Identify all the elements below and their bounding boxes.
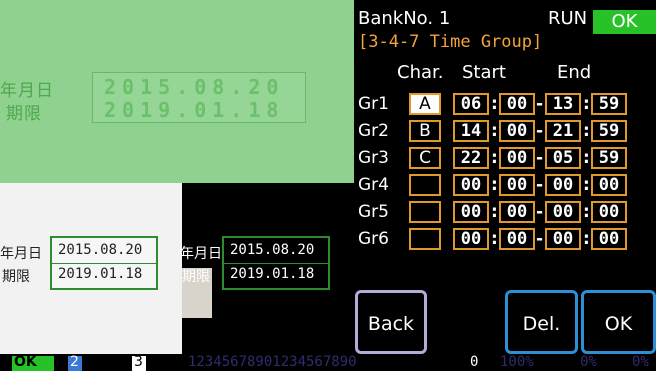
group-label: Gr6	[358, 229, 389, 249]
stamp-left-expiry-value: 2019.01.18	[58, 266, 143, 282]
delete-button[interactable]: Del.	[505, 290, 578, 354]
time-colon: :	[583, 148, 590, 168]
channel-3-label: 3	[134, 354, 143, 370]
time-colon: :	[491, 94, 498, 114]
group-char-field[interactable]: B	[409, 120, 441, 142]
digit-sequence: 12345678901234567890	[188, 354, 357, 370]
start-minute-field[interactable]: 00	[499, 174, 535, 196]
range-dash: -	[536, 148, 544, 168]
preview-date-value: 2015.08.20	[104, 75, 285, 99]
group-char-field[interactable]: C	[409, 147, 441, 169]
end-minute-field[interactable]: 59	[591, 93, 627, 115]
time-colon: :	[583, 202, 590, 222]
end-minute-field[interactable]: 00	[591, 201, 627, 223]
time-colon: :	[491, 229, 498, 249]
end-hour-field[interactable]: 00	[545, 201, 581, 223]
range-dash: -	[536, 175, 544, 195]
start-hour-field[interactable]: 14	[453, 120, 489, 142]
start-minute-field[interactable]: 00	[499, 147, 535, 169]
time-colon: :	[583, 175, 590, 195]
stamp-left-date-value: 2015.08.20	[58, 242, 143, 258]
group-label: Gr3	[358, 148, 389, 168]
group-label: Gr5	[358, 202, 389, 222]
status-percent-3: 0%	[632, 354, 649, 370]
start-minute-field[interactable]: 00	[499, 228, 535, 250]
start-hour-field[interactable]: 06	[453, 93, 489, 115]
start-hour-field[interactable]: 00	[453, 174, 489, 196]
start-minute-field[interactable]: 00	[499, 120, 535, 142]
end-minute-field[interactable]: 59	[591, 147, 627, 169]
ok-button[interactable]: OK	[581, 290, 656, 354]
group-char-field[interactable]	[409, 174, 441, 196]
stamp-right-expiry-value: 2019.01.18	[230, 266, 315, 282]
end-hour-field[interactable]: 05	[545, 147, 581, 169]
status-count: 0	[470, 354, 479, 370]
time-colon: :	[491, 121, 498, 141]
time-colon: :	[491, 175, 498, 195]
stamp-left-expiry-label: 期限	[2, 269, 30, 285]
group-label: Gr2	[358, 121, 389, 141]
group-char-field[interactable]	[409, 228, 441, 250]
start-minute-field[interactable]: 00	[499, 201, 535, 223]
range-dash: -	[536, 202, 544, 222]
ok-status-badge: OK	[593, 10, 656, 34]
end-hour-field[interactable]: 13	[545, 93, 581, 115]
column-char-header: Char.	[397, 62, 444, 83]
time-colon: :	[491, 148, 498, 168]
screen-title: [3-4-7 Time Group]	[358, 32, 543, 52]
column-start-header: Start	[462, 62, 506, 83]
time-colon: :	[583, 121, 590, 141]
preview-date-label: 年月日	[0, 81, 54, 101]
stamp-right-date-label: 年月日	[180, 246, 222, 262]
end-minute-field[interactable]: 00	[591, 228, 627, 250]
range-dash: -	[536, 121, 544, 141]
group-label: Gr4	[358, 175, 389, 195]
range-dash: -	[536, 229, 544, 249]
end-hour-field[interactable]: 00	[545, 228, 581, 250]
end-hour-field[interactable]: 00	[545, 174, 581, 196]
time-colon: :	[583, 94, 590, 114]
stamp-right-expiry-label: 期限	[182, 269, 210, 285]
status-percent-1: 100%	[500, 354, 534, 370]
channel-ok-label: OK	[14, 354, 37, 370]
group-label: Gr1	[358, 94, 389, 114]
start-minute-field[interactable]: 00	[499, 93, 535, 115]
time-colon: :	[583, 229, 590, 249]
group-char-field[interactable]: A	[409, 93, 441, 115]
status-percent-2: 0%	[580, 354, 597, 370]
time-colon: :	[491, 202, 498, 222]
channel-2-label: 2	[70, 354, 79, 370]
run-status: RUN	[548, 8, 588, 29]
group-char-field[interactable]	[409, 201, 441, 223]
end-hour-field[interactable]: 21	[545, 120, 581, 142]
start-hour-field[interactable]: 22	[453, 147, 489, 169]
column-end-header: End	[557, 62, 592, 83]
stamp-left-date-label: 年月日	[0, 246, 42, 262]
start-hour-field[interactable]: 00	[453, 201, 489, 223]
preview-expiry-value: 2019.01.18	[104, 98, 285, 122]
stamp-right-divider	[224, 263, 328, 264]
end-minute-field[interactable]: 59	[591, 120, 627, 142]
range-dash: -	[536, 94, 544, 114]
stamp-left-divider	[52, 263, 156, 264]
bank-number: BankNo. 1	[358, 8, 451, 29]
back-button[interactable]: Back	[355, 290, 427, 354]
stamp-right-date-value: 2015.08.20	[230, 242, 315, 258]
end-minute-field[interactable]: 00	[591, 174, 627, 196]
start-hour-field[interactable]: 00	[453, 228, 489, 250]
preview-expiry-label: 期限	[6, 104, 42, 124]
